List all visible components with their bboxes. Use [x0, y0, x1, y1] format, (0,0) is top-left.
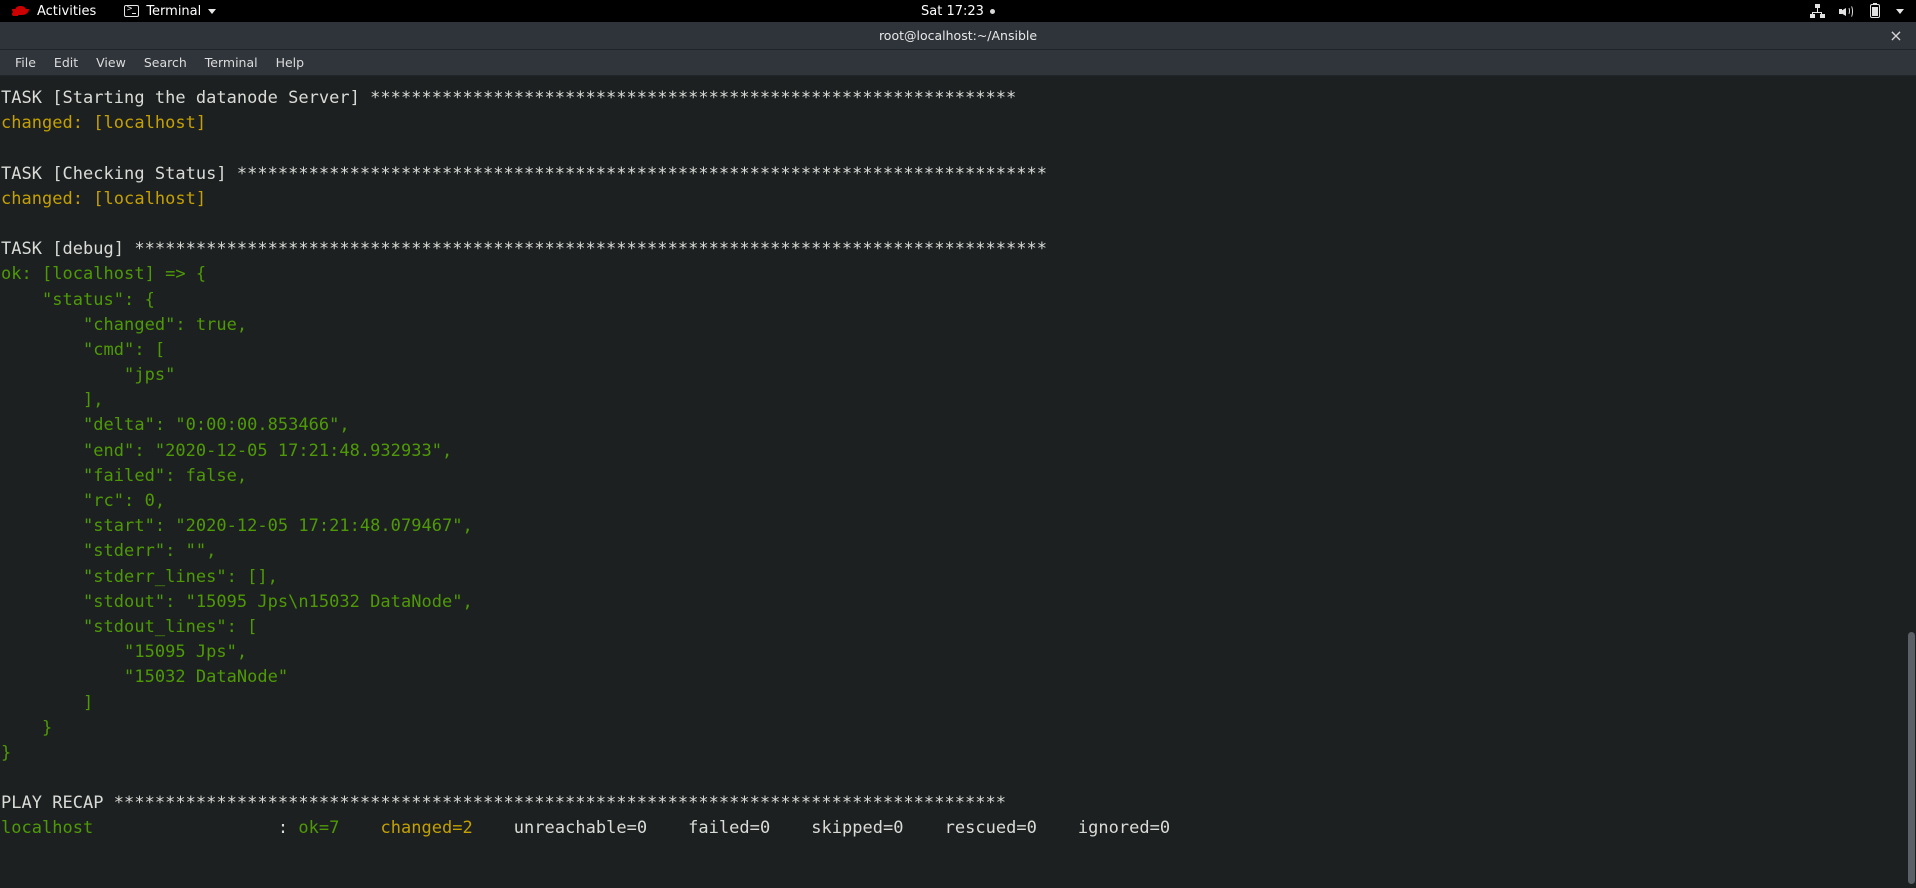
activities-label: Activities	[37, 3, 97, 19]
gnome-top-bar: Activities Terminal Sat 17:23	[0, 0, 1916, 22]
terminal-line: TASK [debug] ***************************…	[1, 239, 1047, 260]
app-menu-terminal[interactable]: Terminal	[114, 0, 226, 22]
terminal-output-area[interactable]: TASK [Starting the datanode Server] ****…	[0, 76, 1916, 888]
menu-file[interactable]: File	[6, 52, 45, 73]
menu-view[interactable]: View	[87, 52, 135, 73]
terminal-icon	[124, 4, 140, 17]
recap-failed: failed=0	[688, 818, 771, 839]
app-menu-label: Terminal	[146, 3, 202, 19]
terminal-line: }	[1, 742, 12, 763]
activities-button[interactable]: Activities	[0, 0, 106, 22]
terminal-line: TASK [Starting the datanode Server] ****…	[1, 88, 1017, 108]
terminal-line: "15095 Jps",	[1, 642, 248, 663]
terminal-line: PLAY RECAP *****************************…	[1, 793, 1006, 814]
window-title: root@localhost:~/Ansible	[878, 28, 1038, 43]
scrollbar-thumb[interactable]	[1908, 632, 1915, 884]
network-wired-icon[interactable]	[1809, 3, 1825, 19]
recap-spacer: :	[93, 818, 299, 839]
terminal-line: "stderr": "",	[1, 541, 217, 562]
recap-changed: changed=2	[380, 818, 473, 839]
play-recap-row: localhost : ok=7 changed=2 unreachable=0…	[1, 816, 1916, 841]
recap-skipped: skipped=0	[811, 818, 904, 839]
terminal-line: ok: [localhost] => {	[1, 264, 207, 285]
terminal-window: root@localhost:~/Ansible × File Edit Vie…	[0, 22, 1916, 888]
system-menu-chevron-down-icon[interactable]	[1896, 8, 1904, 14]
terminal-line: "stdout": "15095 Jps\n15032 DataNode",	[1, 591, 473, 612]
terminal-line: "jps"	[1, 365, 176, 386]
close-icon[interactable]: ×	[1886, 26, 1906, 46]
recap-gap	[647, 818, 688, 838]
vertical-scrollbar[interactable]	[1907, 76, 1916, 888]
terminal-line: "15032 DataNode"	[1, 667, 289, 688]
volume-high-icon[interactable]	[1838, 3, 1854, 19]
recap-host: localhost	[1, 818, 94, 839]
terminal-line: "delta": "0:00:00.853466",	[1, 415, 350, 436]
terminal-line: ]	[1, 692, 94, 713]
terminal-line: "rc": 0,	[1, 491, 166, 511]
terminal-line: changed: [localhost]	[1, 113, 207, 134]
chevron-down-icon	[208, 8, 217, 14]
battery-icon[interactable]	[1867, 3, 1883, 19]
terminal-lines: TASK [Starting the datanode Server] ****…	[0, 86, 1916, 842]
system-tray	[1809, 0, 1908, 22]
terminal-line: TASK [Checking Status] *****************…	[1, 163, 1047, 184]
clock-label[interactable]: Sat 17:23	[921, 4, 984, 19]
terminal-line: "stderr_lines": [],	[1, 566, 278, 587]
terminal-line: "changed": true,	[1, 314, 248, 335]
recap-gap	[904, 818, 945, 838]
terminal-line: "start": "2020-12-05 17:21:48.079467",	[1, 516, 473, 537]
menu-bar: File Edit View Search Terminal Help	[0, 50, 1916, 76]
clock-area: Sat 17:23	[0, 0, 1916, 22]
terminal-line: }	[1, 717, 53, 738]
notification-dot-icon	[989, 8, 995, 14]
terminal-line: "end": "2020-12-05 17:21:48.932933",	[1, 440, 453, 461]
terminal-line: "status": {	[1, 289, 155, 310]
recap-gap	[1037, 818, 1078, 838]
terminal-line: "failed": false,	[1, 465, 248, 486]
terminal-line: "stdout_lines": [	[1, 616, 258, 637]
menu-terminal[interactable]: Terminal	[196, 52, 267, 73]
terminal-line: changed: [localhost]	[1, 188, 207, 209]
menu-help[interactable]: Help	[267, 52, 314, 73]
recap-unreachable: unreachable=0	[513, 818, 648, 839]
recap-rescued: rescued=0	[944, 818, 1037, 839]
window-titlebar: root@localhost:~/Ansible ×	[0, 22, 1916, 50]
terminal-line: "cmd": [	[1, 339, 166, 360]
recap-gap	[339, 818, 380, 838]
terminal-line: ],	[1, 390, 104, 411]
menu-search[interactable]: Search	[135, 52, 196, 73]
menu-edit[interactable]: Edit	[45, 52, 87, 73]
recap-ok: ok=7	[298, 818, 340, 839]
recap-gap	[473, 818, 514, 838]
recap-ignored: ignored=0	[1077, 818, 1171, 839]
recap-gap	[770, 818, 811, 838]
redhat-logo-icon	[12, 5, 29, 17]
